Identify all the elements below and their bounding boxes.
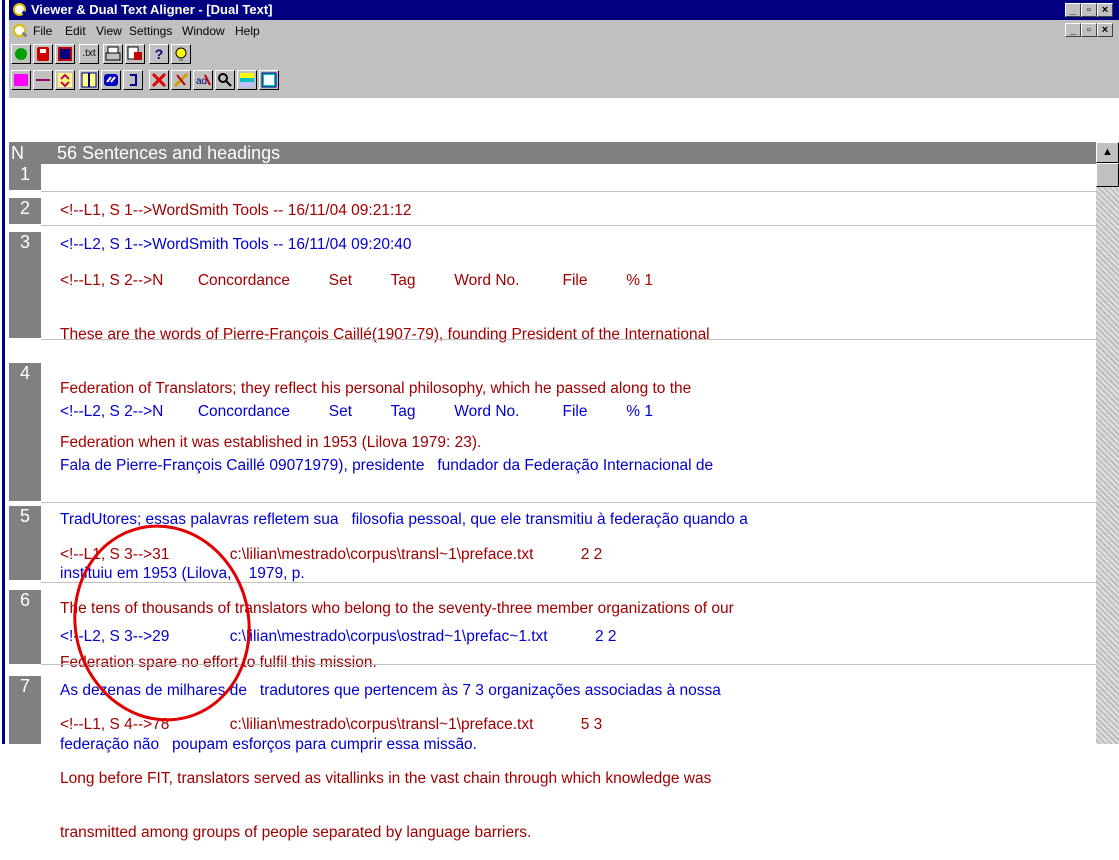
child-minimize-button[interactable]: _ — [1065, 23, 1081, 37]
row-number-6[interactable]: 6 — [9, 590, 41, 664]
row-number-7[interactable]: 7 — [9, 676, 41, 744]
row-number-3[interactable]: 3 — [9, 232, 41, 338]
aligner-toolbar: ad — [9, 68, 1119, 98]
row-number-1[interactable]: 1 — [9, 164, 41, 190]
column-header-n[interactable]: N — [11, 143, 24, 164]
menu-edit[interactable]: Edit — [65, 24, 86, 38]
row-number-2[interactable]: 2 — [9, 198, 41, 224]
child-maximize-button[interactable]: ▫ — [1081, 23, 1097, 37]
search-icon[interactable] — [215, 70, 235, 90]
menu-view[interactable]: View — [96, 24, 122, 38]
table-row-7[interactable]: <!--L1, S 4-->78 c:\lilian\mestrado\corp… — [60, 680, 1090, 860]
row-3-line-2: These are the words of Pierre-François C… — [60, 326, 710, 343]
main-toolbar: .txt ? — [9, 42, 1119, 68]
maximize-button[interactable]: ▫ — [1081, 3, 1097, 17]
help-book-icon[interactable] — [55, 44, 75, 64]
print-preview-icon[interactable] — [125, 44, 145, 64]
yellow-gradient-icon[interactable] — [237, 70, 257, 90]
row-divider — [41, 502, 1096, 503]
cut-icon[interactable] — [149, 70, 169, 90]
row-divider — [41, 191, 1096, 192]
tip-lightbulb-icon[interactable] — [171, 44, 191, 64]
left-window-edge — [0, 0, 9, 744]
green-circle-icon[interactable] — [11, 44, 31, 64]
child-window-icon[interactable] — [12, 23, 28, 39]
row-divider — [41, 339, 1096, 340]
title-bar[interactable]: Viewer & Dual Text Aligner - [Dual Text]… — [9, 0, 1119, 20]
scroll-up-arrow-icon[interactable]: ▲ — [1096, 142, 1119, 163]
row-7-line-1: <!--L1, S 4-->78 c:\lilian\mestrado\corp… — [60, 716, 603, 733]
close-button[interactable]: × — [1097, 3, 1113, 17]
txt-icon[interactable]: .txt — [79, 44, 99, 64]
menu-file[interactable]: File — [33, 24, 52, 38]
menu-help[interactable]: Help — [235, 24, 260, 38]
grid-header: N 56 Sentences and headings — [9, 142, 1096, 164]
toolbar-gap — [9, 98, 1119, 142]
columns-icon[interactable] — [79, 70, 99, 90]
menu-bar: File Edit View Settings Window Help _ ▫ … — [9, 20, 1119, 42]
print-icon[interactable] — [103, 44, 123, 64]
menu-settings[interactable]: Settings — [129, 24, 172, 38]
box-icon[interactable] — [259, 70, 279, 90]
column-header-title[interactable]: 56 Sentences and headings — [57, 143, 280, 164]
row-4-line-2: Fala de Pierre-François Caillé 09071979)… — [60, 457, 714, 474]
row-7-line-3: transmitted among groups of people separ… — [60, 824, 532, 841]
row-4-line-1: <!--L2, S 2-->N Concordance Set Tag Word… — [60, 403, 653, 420]
row-number-4[interactable]: 4 — [9, 363, 41, 501]
link-icon[interactable] — [101, 70, 121, 90]
swap-rows-icon[interactable] — [55, 70, 75, 90]
unlink-icon[interactable] — [171, 70, 191, 90]
minimize-button[interactable]: _ — [1065, 3, 1081, 17]
row-7-line-2: Long before FIT, translators served as v… — [60, 770, 712, 787]
row-divider — [41, 225, 1096, 226]
help-icon[interactable]: ? — [149, 44, 169, 64]
child-close-button[interactable]: × — [1097, 23, 1113, 37]
window-title: Viewer & Dual Text Aligner - [Dual Text] — [31, 2, 273, 17]
vertical-scrollbar[interactable]: ▲ — [1096, 142, 1119, 744]
row-3-line-1: <!--L1, S 2-->N Concordance Set Tag Word… — [60, 272, 653, 289]
split-icon[interactable]: ad — [193, 70, 213, 90]
save-icon[interactable] — [33, 44, 53, 64]
row-number-5[interactable]: 5 — [9, 506, 41, 580]
app-magnifier-icon[interactable] — [12, 2, 28, 18]
join-line-icon[interactable] — [33, 70, 53, 90]
scroll-thumb[interactable] — [1096, 163, 1119, 187]
magenta-block-icon[interactable] — [11, 70, 31, 90]
bracket-icon[interactable] — [123, 70, 143, 90]
menu-window[interactable]: Window — [182, 24, 225, 38]
